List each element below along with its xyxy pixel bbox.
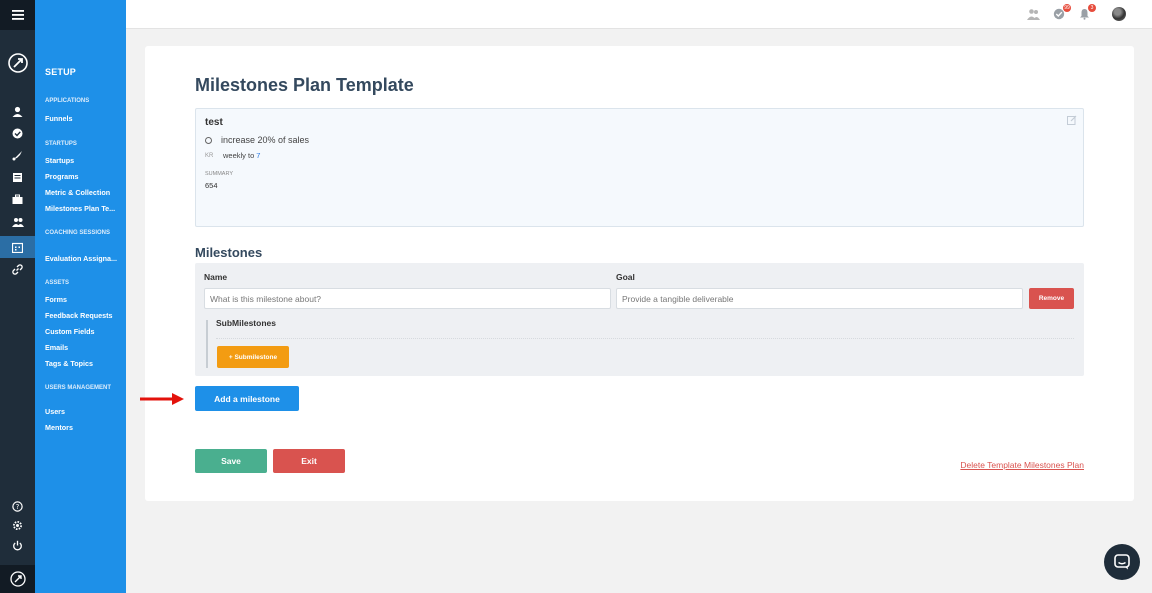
milestone-editor: Name Goal Remove SubMilestones + Submile… [195, 263, 1084, 376]
menu-section-coaching-sessions: COACHING SESSIONS [45, 230, 111, 236]
menu-item-feedback-requests[interactable]: Feedback Requests [45, 311, 113, 320]
menu-item-milestones-plan-templates[interactable]: Milestones Plan Te... [45, 204, 115, 213]
add-milestone-button[interactable]: Add a milestone [195, 386, 299, 411]
plan-name: test [205, 117, 223, 128]
plan-info-box: test increase 20% of sales KR weekly to … [195, 108, 1084, 227]
top-bar: 99 3 [126, 0, 1152, 29]
help-button[interactable]: ? [10, 499, 25, 514]
menu-item-forms[interactable]: Forms [45, 295, 67, 304]
notifications-badge: 3 [1088, 4, 1096, 12]
kr-tag: KR [205, 152, 214, 159]
summary-label: SUMMARY [205, 171, 234, 177]
group-icon [11, 217, 24, 227]
users-nav[interactable] [10, 214, 25, 229]
notifications-button[interactable]: 3 [1077, 4, 1096, 21]
icon-rail: ? [0, 0, 35, 593]
settings-button[interactable] [10, 518, 25, 533]
objective-text: increase 20% of sales [221, 135, 310, 145]
briefcase-icon [12, 194, 23, 204]
calendar-icon [12, 242, 23, 253]
menu-item-metric-collection[interactable]: Metric & Collection [45, 188, 110, 197]
documents-nav[interactable] [10, 170, 25, 185]
page-title: Milestones Plan Template [195, 75, 414, 95]
menu-item-funnels[interactable]: Funnels [45, 114, 73, 123]
exit-button[interactable]: Exit [273, 449, 345, 473]
milestones-heading: Milestones [195, 245, 263, 260]
main-card: Milestones Plan Template test increase 2… [145, 46, 1134, 501]
menu-item-programs[interactable]: Programs [45, 172, 79, 181]
rail-footer [0, 565, 35, 593]
milestone-name-input[interactable] [204, 288, 611, 309]
chat-button[interactable] [1104, 544, 1140, 580]
startups-nav[interactable] [10, 148, 25, 163]
menu-item-custom-fields[interactable]: Custom Fields [45, 327, 95, 336]
svg-text:?: ? [16, 503, 20, 511]
user-icon [12, 106, 23, 117]
check-circle-icon [12, 128, 23, 139]
menu-toggle-button[interactable] [0, 0, 35, 30]
menu-item-startups[interactable]: Startups [45, 156, 74, 165]
avatar[interactable] [1112, 7, 1126, 21]
menu-section-applications: APPLICATIONS [45, 98, 90, 104]
settings-icon [13, 521, 22, 530]
milestone-goal-input[interactable] [616, 288, 1023, 309]
contacts-button[interactable] [1026, 7, 1040, 21]
hamburger-icon [11, 10, 24, 20]
menu-item-tags-topics[interactable]: Tags & Topics [45, 359, 93, 368]
power-icon [13, 540, 22, 551]
tasks-button[interactable]: 99 [1052, 4, 1071, 21]
profile-nav[interactable] [10, 104, 25, 119]
kr-text: weekly to [223, 151, 255, 160]
menu-item-evaluation-assignations[interactable]: Evaluation Assigna... [45, 254, 117, 263]
setup-menu: SETUP APPLICATIONS Funnels STARTUPS Star… [35, 0, 126, 593]
logout-button[interactable] [10, 538, 25, 553]
submilestones-label: SubMilestones [216, 318, 276, 328]
menu-item-emails[interactable]: Emails [45, 343, 68, 352]
document-icon [13, 173, 22, 182]
rocket-icon [12, 151, 22, 161]
setup-nav[interactable] [0, 236, 35, 258]
tasks-badge: 99 [1063, 4, 1071, 12]
tasks-nav[interactable] [10, 126, 25, 141]
submilestones-section: SubMilestones + Submilestone [206, 318, 1074, 368]
rocket-logo-icon[interactable] [7, 52, 29, 74]
objective-circle-icon [205, 136, 212, 144]
users-icon [1026, 9, 1040, 20]
delete-template-link[interactable]: Delete Template Milestones Plan [960, 460, 1084, 470]
menu-title: SETUP [45, 67, 77, 77]
kr-value: 7 [256, 151, 261, 160]
add-submilestone-button[interactable]: + Submilestone [217, 346, 289, 368]
menu-section-startups: STARTUPS [45, 141, 77, 147]
menu-section-users-management: USERS MANAGEMENT [45, 385, 112, 391]
name-label: Name [204, 272, 228, 282]
links-nav[interactable] [10, 262, 25, 277]
arrow-annotation-icon [140, 393, 184, 405]
menu-section-assets: ASSETS [45, 280, 70, 286]
menu-item-users[interactable]: Users [45, 407, 65, 416]
objective-row: increase 20% of sales [205, 135, 309, 145]
edit-icon[interactable] [1067, 115, 1077, 125]
chat-icon [1114, 554, 1130, 570]
save-button[interactable]: Save [195, 449, 267, 473]
link-icon [12, 264, 23, 275]
programs-nav[interactable] [10, 192, 25, 207]
goal-label: Goal [616, 272, 635, 282]
help-icon: ? [12, 501, 23, 512]
remove-milestone-button[interactable]: Remove [1029, 288, 1074, 309]
rocket-footer-icon [9, 571, 26, 587]
menu-item-mentors[interactable]: Mentors [45, 423, 73, 432]
divider [216, 338, 1074, 339]
key-result-row: KR weekly to 7 [205, 151, 260, 160]
summary-value: 654 [205, 181, 218, 190]
